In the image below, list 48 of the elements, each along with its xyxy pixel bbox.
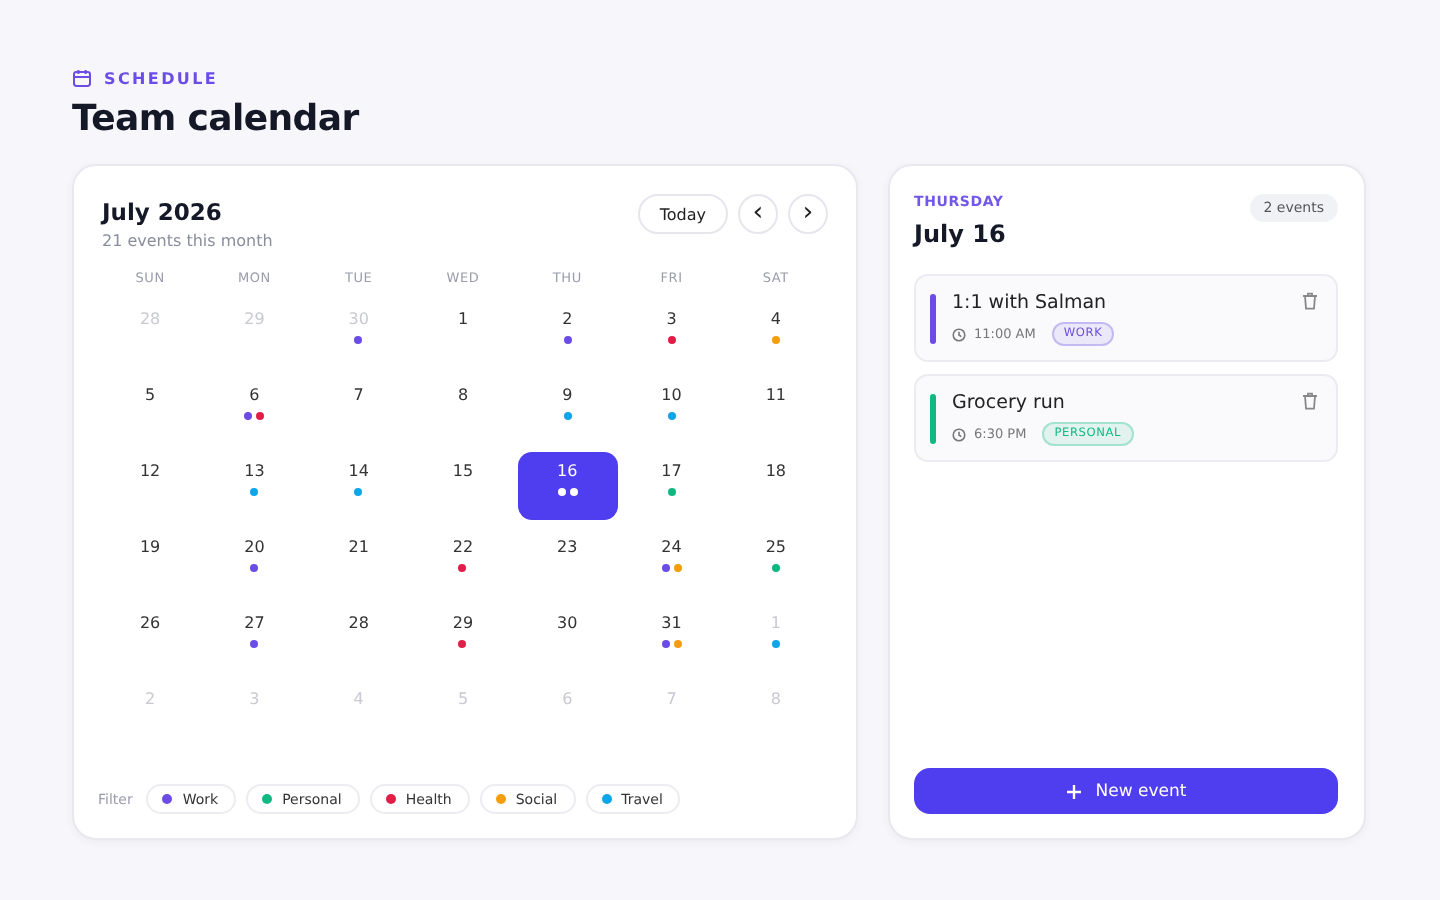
day-cell[interactable]: 18 bbox=[725, 452, 826, 520]
day-cell[interactable]: 21 bbox=[308, 528, 409, 596]
day-cell[interactable]: 22 bbox=[412, 528, 514, 596]
day-cell[interactable]: 13 bbox=[204, 452, 305, 520]
trash-icon[interactable] bbox=[1302, 392, 1318, 410]
day-cell[interactable]: 24 bbox=[621, 528, 722, 596]
day-cell[interactable]: 10 bbox=[621, 376, 722, 444]
day-cell[interactable]: 5 bbox=[100, 376, 201, 444]
day-cell[interactable]: 7 bbox=[308, 376, 409, 444]
day-cell[interactable]: 4 bbox=[725, 300, 826, 368]
day-cell[interactable]: 8 bbox=[412, 376, 514, 444]
selected-date: July 16 bbox=[914, 220, 1006, 248]
day-cell[interactable]: 29 bbox=[412, 604, 514, 672]
day-cell[interactable]: 28 bbox=[308, 604, 409, 672]
previous-month-button[interactable]: ‹ bbox=[738, 194, 778, 234]
day-cell[interactable]: 1 bbox=[412, 300, 514, 368]
day-cell[interactable]: 14 bbox=[308, 452, 409, 520]
day-cell[interactable]: 25 bbox=[725, 528, 826, 596]
day-cell[interactable]: 15 bbox=[412, 452, 514, 520]
day-cell[interactable]: 20 bbox=[204, 528, 305, 596]
selected-day-cell[interactable]: 16 bbox=[517, 452, 618, 520]
day-cell[interactable]: 3 bbox=[621, 300, 722, 368]
section-label: SCHEDULE bbox=[104, 69, 219, 87]
day-cell[interactable]: 17 bbox=[621, 452, 722, 520]
month-summary: 21 events this month bbox=[102, 232, 273, 250]
day-cell[interactable]: 19 bbox=[100, 528, 201, 596]
clock-icon bbox=[952, 427, 966, 441]
clock-icon bbox=[952, 327, 966, 341]
event-title: Grocery run bbox=[952, 392, 1067, 414]
day-cell[interactable]: 27 bbox=[204, 604, 305, 672]
day-cell[interactable]: 2 bbox=[517, 300, 618, 368]
day-cell[interactable]: 6 bbox=[204, 376, 305, 444]
page-title: Team calendar bbox=[72, 98, 361, 140]
day-cell[interactable]: 30 bbox=[517, 604, 618, 672]
day-cell[interactable]: 31 bbox=[621, 604, 722, 672]
today-button[interactable]: Today bbox=[637, 194, 728, 234]
plus-icon bbox=[1065, 783, 1082, 799]
next-month-button[interactable]: › bbox=[788, 194, 828, 234]
month-title: July 2026 bbox=[102, 198, 224, 226]
event-title: 1:1 with Salman bbox=[952, 292, 1109, 314]
day-cell[interactable]: 12 bbox=[100, 452, 201, 520]
day-cell[interactable]: 26 bbox=[100, 604, 201, 672]
day-cell[interactable]: 11 bbox=[725, 376, 826, 444]
trash-icon[interactable] bbox=[1302, 292, 1318, 310]
calendar-icon bbox=[72, 68, 92, 88]
day-cell[interactable]: 9 bbox=[517, 376, 618, 444]
day-cell[interactable]: 23 bbox=[517, 528, 618, 596]
new-event-button[interactable]: New event bbox=[914, 768, 1338, 814]
